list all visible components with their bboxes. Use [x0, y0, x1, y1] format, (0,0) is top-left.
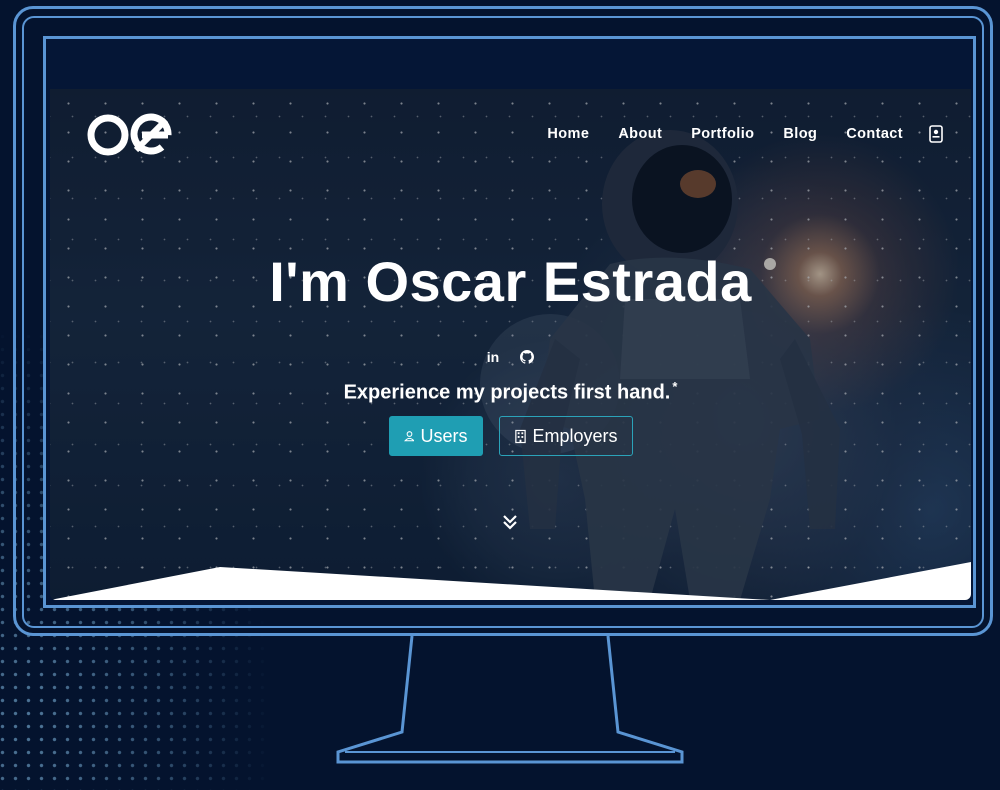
- hero-title: I'm Oscar Estrada: [269, 250, 752, 313]
- hero-tagline: Experience my projects first hand. *: [50, 379, 971, 405]
- building-icon: [514, 429, 526, 443]
- main-navigation: Home About Portfolio Blog Contact: [518, 125, 943, 143]
- user-icon: [403, 431, 415, 442]
- social-links: in: [50, 346, 971, 365]
- hero-bottom-wave: [50, 562, 971, 600]
- nav-blog[interactable]: Blog: [783, 126, 817, 142]
- nav-about[interactable]: About: [618, 126, 662, 142]
- hero-buttons: Users Employers: [50, 416, 971, 456]
- nav-portfolio[interactable]: Portfolio: [691, 126, 754, 142]
- site-logo[interactable]: [84, 109, 174, 161]
- linkedin-icon[interactable]: in: [487, 349, 499, 365]
- employers-button-label: Employers: [532, 425, 618, 446]
- users-button[interactable]: Users: [388, 416, 483, 456]
- tagline-footnote-mark: *: [672, 379, 678, 394]
- website-viewport: Home About Portfolio Blog Contact I'm Os…: [50, 89, 971, 600]
- double-chevron-down-icon[interactable]: [501, 513, 519, 531]
- users-button-label: Users: [420, 425, 468, 446]
- employers-button[interactable]: Employers: [498, 416, 633, 456]
- tagline-text: Experience my projects first hand.: [343, 381, 671, 404]
- github-icon[interactable]: [520, 349, 535, 364]
- nav-contact[interactable]: Contact: [846, 126, 903, 142]
- nav-home[interactable]: Home: [547, 126, 589, 142]
- contact-card-icon[interactable]: [929, 125, 943, 143]
